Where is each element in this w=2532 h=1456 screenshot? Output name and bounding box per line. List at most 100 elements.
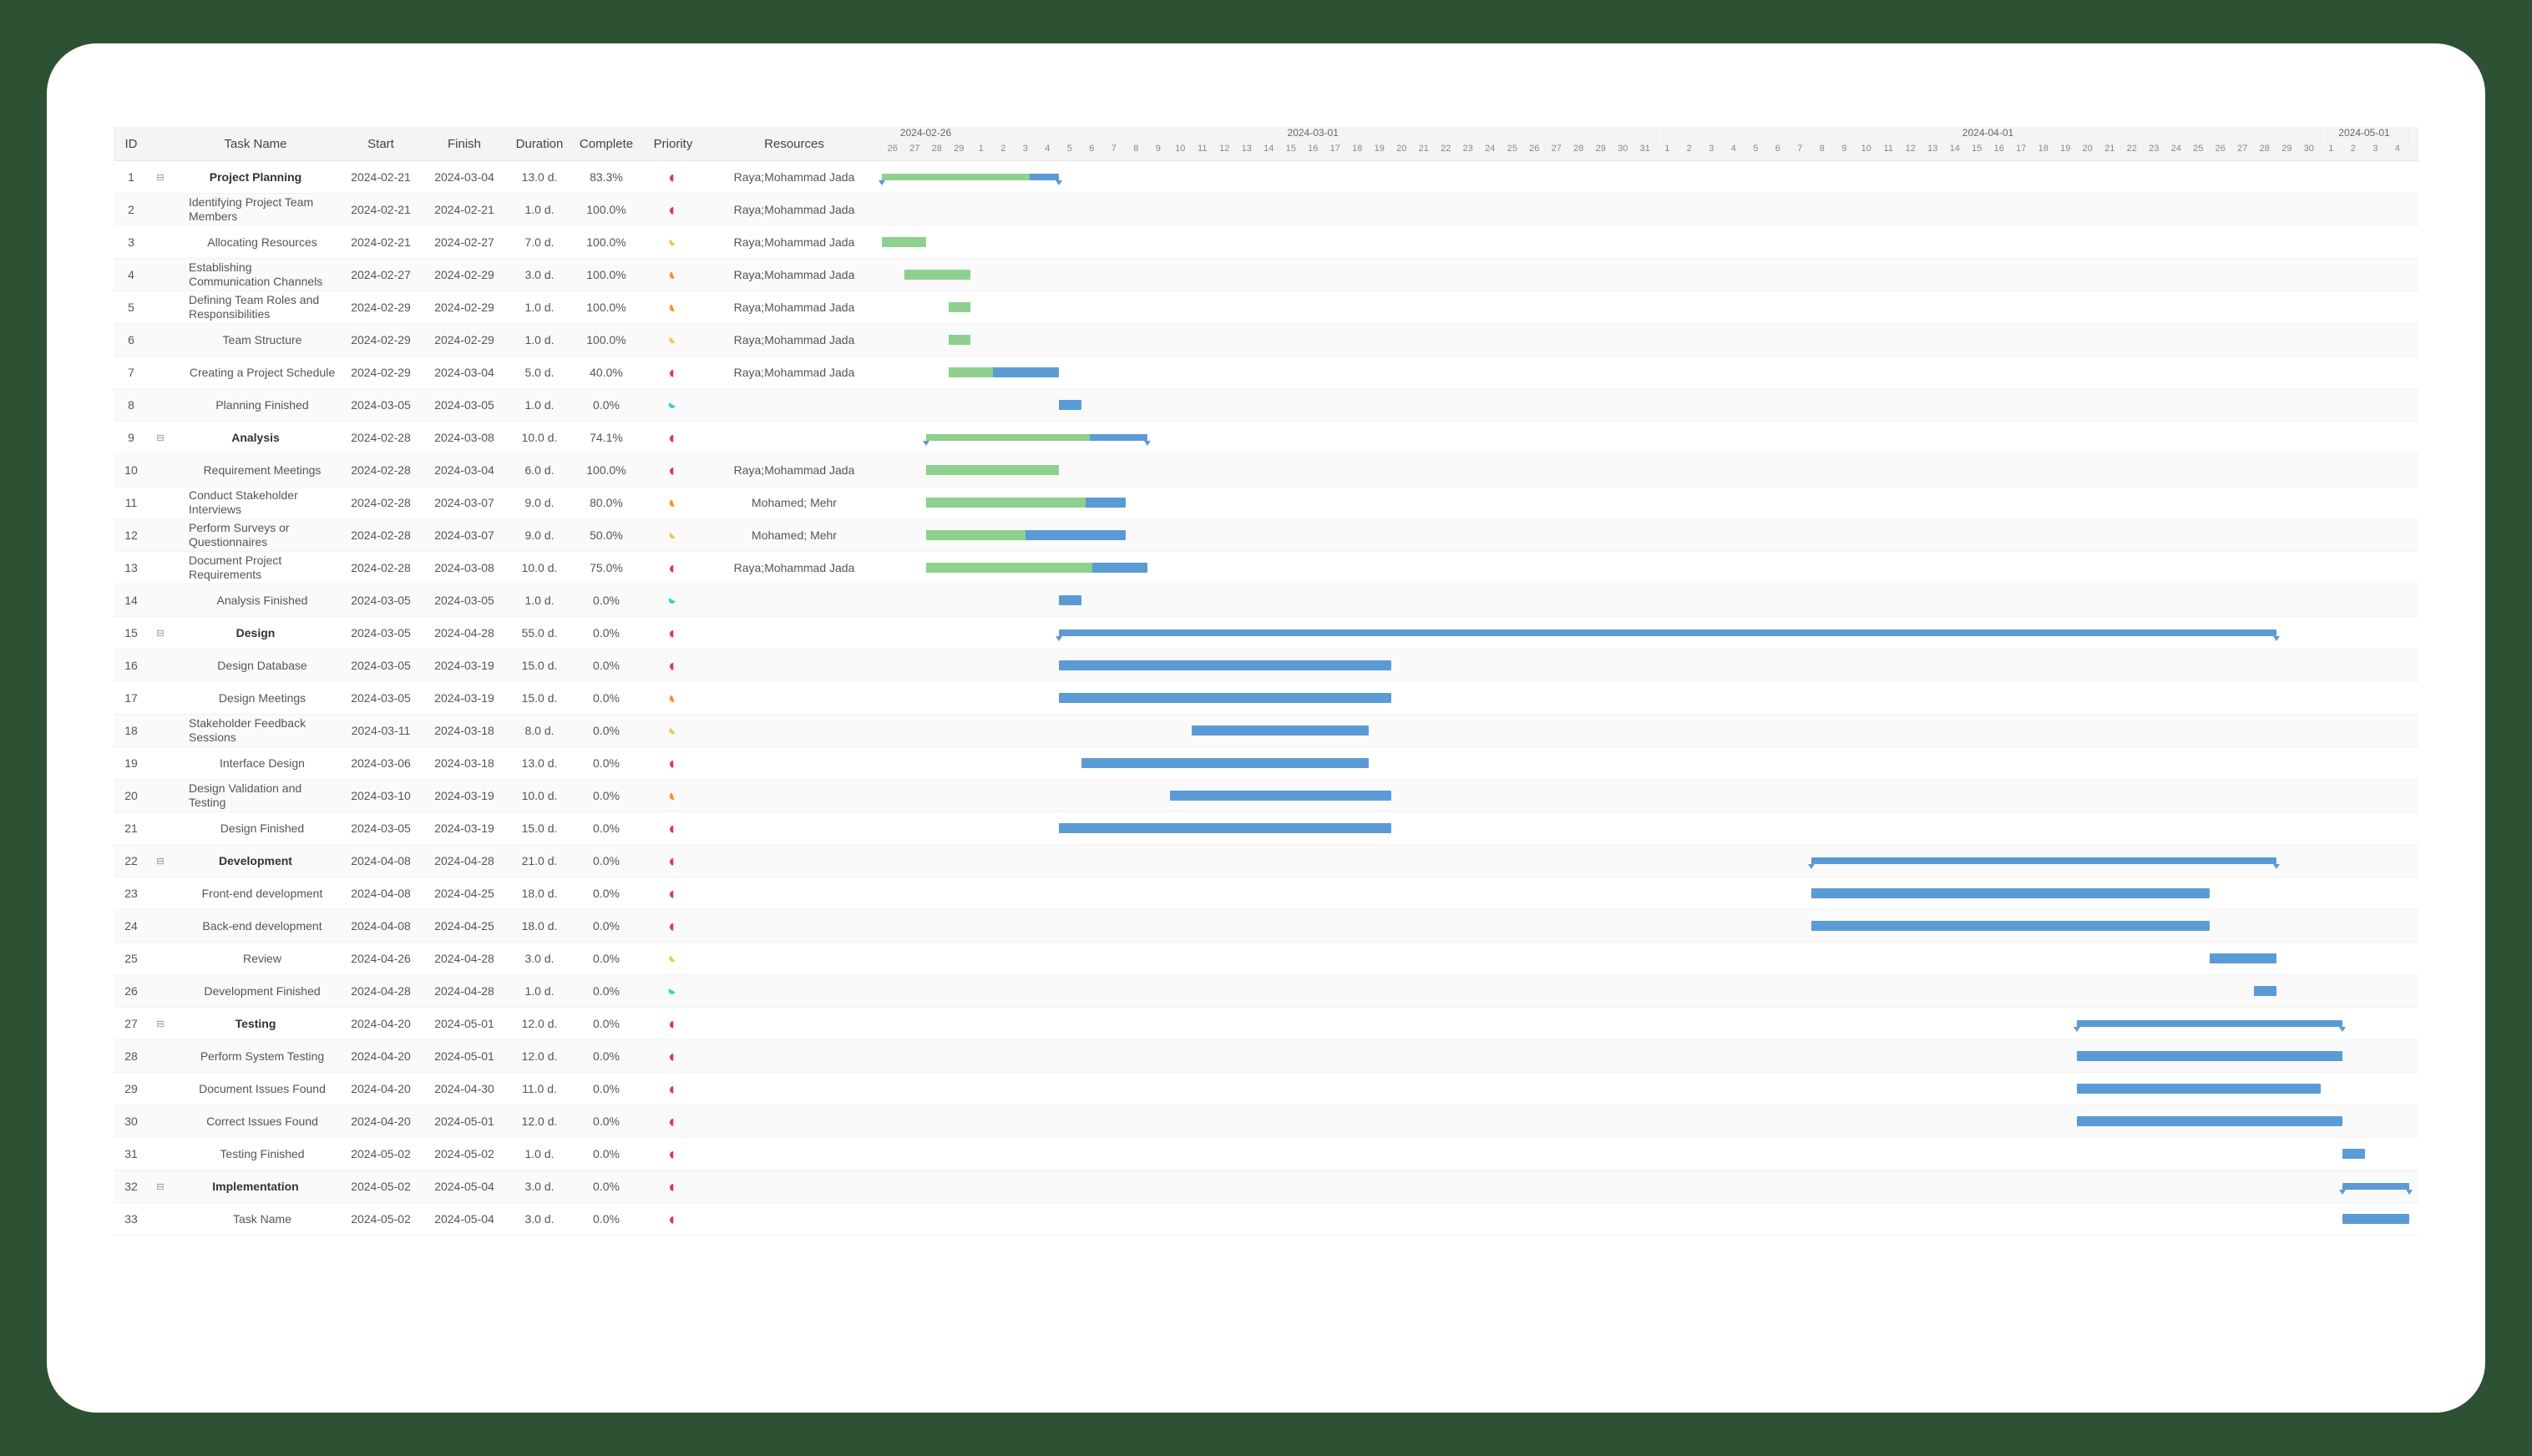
cell-task-name[interactable]: Stakeholder Feedback Sessions bbox=[172, 715, 339, 746]
cell-priority[interactable] bbox=[640, 226, 706, 258]
timeline-cell[interactable] bbox=[882, 1105, 2418, 1137]
cell-complete[interactable]: 0.0% bbox=[573, 1170, 640, 1202]
cell-finish[interactable]: 2024-04-28 bbox=[423, 943, 506, 974]
cell-complete[interactable]: 74.1% bbox=[573, 422, 640, 453]
table-row[interactable]: 6Team Structure2024-02-292024-02-291.0 d… bbox=[114, 324, 2418, 356]
timeline-cell[interactable] bbox=[882, 845, 2418, 877]
timeline-cell[interactable] bbox=[882, 1040, 2418, 1072]
col-priority[interactable]: Priority bbox=[640, 127, 706, 160]
cell-finish[interactable]: 2024-02-29 bbox=[423, 324, 506, 356]
cell-start[interactable]: 2024-04-26 bbox=[339, 943, 423, 974]
cell-task-name[interactable]: Defining Team Roles and Responsibilities bbox=[172, 291, 339, 323]
timeline-cell[interactable] bbox=[882, 910, 2418, 942]
cell-start[interactable]: 2024-02-28 bbox=[339, 552, 423, 584]
gantt-task-bar[interactable] bbox=[1059, 823, 1391, 833]
table-row[interactable]: 23Front-end development2024-04-082024-04… bbox=[114, 877, 2418, 910]
cell-duration[interactable]: 15.0 d. bbox=[506, 650, 573, 681]
table-row[interactable]: 27⊟Testing2024-04-202024-05-0112.0 d.0.0… bbox=[114, 1008, 2418, 1040]
cell-task-name[interactable]: Design bbox=[172, 617, 339, 649]
timeline-cell[interactable] bbox=[882, 812, 2418, 844]
cell-complete[interactable]: 100.0% bbox=[573, 259, 640, 291]
cell-complete[interactable]: 0.0% bbox=[573, 1008, 640, 1039]
cell-finish[interactable]: 2024-04-28 bbox=[423, 845, 506, 877]
cell-duration[interactable]: 18.0 d. bbox=[506, 910, 573, 942]
gantt-summary-bar[interactable] bbox=[882, 174, 1059, 180]
table-row[interactable]: 8Planning Finished2024-03-052024-03-051.… bbox=[114, 389, 2418, 422]
cell-complete[interactable]: 0.0% bbox=[573, 910, 640, 942]
cell-finish[interactable]: 2024-04-28 bbox=[423, 617, 506, 649]
cell-duration[interactable]: 13.0 d. bbox=[506, 747, 573, 779]
cell-start[interactable]: 2024-03-10 bbox=[339, 780, 423, 811]
cell-task-name[interactable]: Back-end development bbox=[172, 910, 339, 942]
cell-priority[interactable] bbox=[640, 617, 706, 649]
cell-task-name[interactable]: Implementation bbox=[172, 1170, 339, 1202]
cell-start[interactable]: 2024-04-08 bbox=[339, 910, 423, 942]
cell-task-name[interactable]: Development Finished bbox=[172, 975, 339, 1007]
cell-finish[interactable]: 2024-03-08 bbox=[423, 552, 506, 584]
expand-toggle[interactable]: ⊟ bbox=[149, 845, 172, 877]
cell-priority[interactable] bbox=[640, 682, 706, 714]
cell-finish[interactable]: 2024-03-04 bbox=[423, 356, 506, 388]
cell-resources[interactable]: Raya;Mohammad Jada bbox=[706, 454, 882, 486]
cell-duration[interactable]: 10.0 d. bbox=[506, 422, 573, 453]
cell-complete[interactable]: 0.0% bbox=[573, 943, 640, 974]
cell-complete[interactable]: 0.0% bbox=[573, 1105, 640, 1137]
cell-finish[interactable]: 2024-03-08 bbox=[423, 422, 506, 453]
cell-finish[interactable]: 2024-05-04 bbox=[423, 1203, 506, 1235]
cell-start[interactable]: 2024-04-28 bbox=[339, 975, 423, 1007]
cell-priority[interactable] bbox=[640, 975, 706, 1007]
cell-priority[interactable] bbox=[640, 1008, 706, 1039]
cell-duration[interactable]: 55.0 d. bbox=[506, 617, 573, 649]
cell-complete[interactable]: 50.0% bbox=[573, 519, 640, 551]
cell-start[interactable]: 2024-04-20 bbox=[339, 1008, 423, 1039]
cell-complete[interactable]: 0.0% bbox=[573, 650, 640, 681]
cell-complete[interactable]: 40.0% bbox=[573, 356, 640, 388]
cell-finish[interactable]: 2024-02-29 bbox=[423, 291, 506, 323]
gantt-task-bar[interactable] bbox=[1059, 595, 1081, 605]
cell-task-name[interactable]: Document Project Requirements bbox=[172, 552, 339, 584]
timeline-cell[interactable] bbox=[882, 975, 2418, 1007]
cell-resources[interactable] bbox=[706, 1203, 882, 1235]
gantt-task-bar[interactable] bbox=[2342, 1214, 2409, 1224]
cell-duration[interactable]: 3.0 d. bbox=[506, 943, 573, 974]
table-row[interactable]: 18Stakeholder Feedback Sessions2024-03-1… bbox=[114, 715, 2418, 747]
cell-task-name[interactable]: Perform System Testing bbox=[172, 1040, 339, 1072]
gantt-task-bar[interactable] bbox=[926, 498, 1126, 508]
cell-duration[interactable]: 12.0 d. bbox=[506, 1008, 573, 1039]
cell-finish[interactable]: 2024-03-18 bbox=[423, 715, 506, 746]
cell-finish[interactable]: 2024-03-19 bbox=[423, 780, 506, 811]
cell-priority[interactable] bbox=[640, 324, 706, 356]
table-row[interactable]: 28Perform System Testing2024-04-202024-0… bbox=[114, 1040, 2418, 1073]
cell-duration[interactable]: 15.0 d. bbox=[506, 682, 573, 714]
cell-task-name[interactable]: Project Planning bbox=[172, 161, 339, 193]
timeline-cell[interactable] bbox=[882, 650, 2418, 681]
gantt-task-bar[interactable] bbox=[1059, 400, 1081, 410]
cell-finish[interactable]: 2024-02-27 bbox=[423, 226, 506, 258]
cell-task-name[interactable]: Planning Finished bbox=[172, 389, 339, 421]
cell-resources[interactable] bbox=[706, 422, 882, 453]
gantt-task-bar[interactable] bbox=[926, 465, 1059, 475]
cell-resources[interactable] bbox=[706, 682, 882, 714]
cell-duration[interactable]: 1.0 d. bbox=[506, 389, 573, 421]
cell-resources[interactable]: Mohamed; Mehr bbox=[706, 519, 882, 551]
timeline-cell[interactable] bbox=[882, 1170, 2418, 1202]
cell-priority[interactable] bbox=[640, 650, 706, 681]
cell-start[interactable]: 2024-04-20 bbox=[339, 1073, 423, 1105]
cell-priority[interactable] bbox=[640, 1073, 706, 1105]
table-row[interactable]: 12Perform Surveys or Questionnaires2024-… bbox=[114, 519, 2418, 552]
timeline-cell[interactable] bbox=[882, 552, 2418, 584]
cell-task-name[interactable]: Creating a Project Schedule bbox=[172, 356, 339, 388]
cell-complete[interactable]: 0.0% bbox=[573, 747, 640, 779]
cell-priority[interactable] bbox=[640, 422, 706, 453]
table-row[interactable]: 10Requirement Meetings2024-02-282024-03-… bbox=[114, 454, 2418, 487]
cell-task-name[interactable]: Interface Design bbox=[172, 747, 339, 779]
cell-complete[interactable]: 100.0% bbox=[573, 454, 640, 486]
cell-duration[interactable]: 7.0 d. bbox=[506, 226, 573, 258]
cell-resources[interactable]: Raya;Mohammad Jada bbox=[706, 552, 882, 584]
cell-complete[interactable]: 0.0% bbox=[573, 715, 640, 746]
cell-finish[interactable]: 2024-03-07 bbox=[423, 519, 506, 551]
cell-finish[interactable]: 2024-05-01 bbox=[423, 1105, 506, 1137]
gantt-task-bar[interactable] bbox=[1081, 758, 1370, 768]
cell-start[interactable]: 2024-04-08 bbox=[339, 845, 423, 877]
gantt-summary-bar[interactable] bbox=[1059, 629, 2276, 636]
